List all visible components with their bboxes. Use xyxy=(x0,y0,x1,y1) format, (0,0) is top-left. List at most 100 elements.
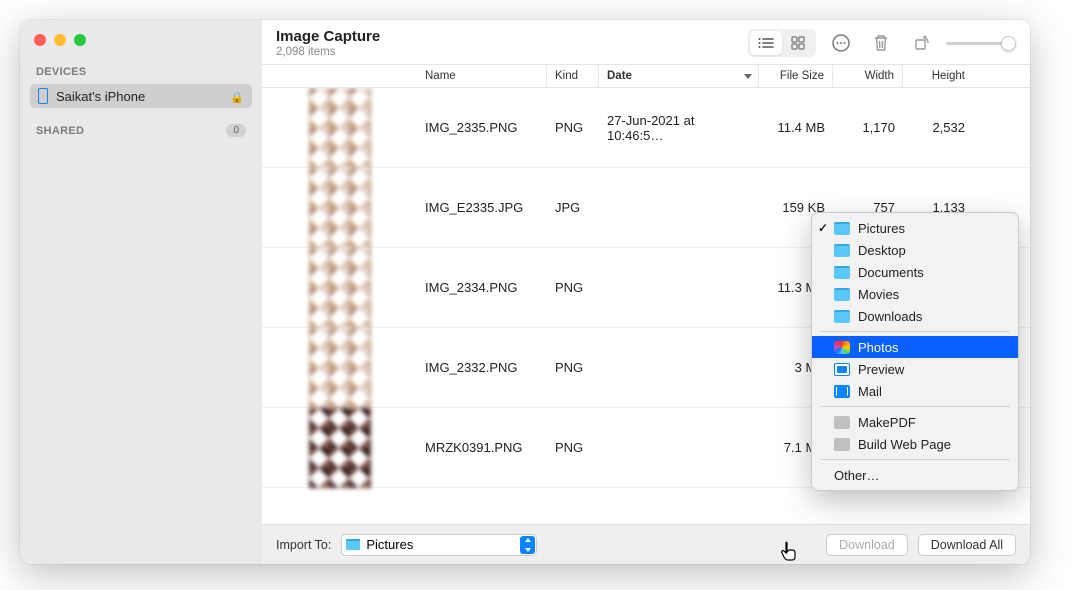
name-cell: IMG_2332.PNG xyxy=(417,360,547,375)
column-thumbnail[interactable] xyxy=(262,65,417,87)
import-to-value: Pictures xyxy=(366,537,413,552)
column-size[interactable]: File Size xyxy=(759,65,833,87)
thumbnail-image xyxy=(309,408,371,488)
menu-item-mail[interactable]: Mail xyxy=(812,380,1018,402)
list-icon xyxy=(758,37,774,49)
thumbnail-cell xyxy=(262,248,417,328)
menu-item-downloads[interactable]: Downloads xyxy=(812,305,1018,327)
rotate-icon xyxy=(912,34,930,52)
phone-icon xyxy=(38,88,48,104)
menu-item-preview[interactable]: Preview xyxy=(812,358,1018,380)
menu-item-movies[interactable]: Movies xyxy=(812,283,1018,305)
menu-item-other[interactable]: Other… xyxy=(812,464,1018,486)
minimize-window-button[interactable] xyxy=(54,34,66,46)
delete-button[interactable] xyxy=(866,30,896,56)
menu-item-label: Pictures xyxy=(858,221,905,236)
import-destination-menu: Pictures Desktop Documents Movies Downloads P… xyxy=(811,212,1019,491)
folder-icon xyxy=(834,244,850,257)
folder-icon xyxy=(834,310,850,323)
folder-icon xyxy=(834,288,850,301)
menu-item-label: Other… xyxy=(834,468,880,483)
rotate-button[interactable] xyxy=(906,30,936,56)
kind-cell: PNG xyxy=(547,280,599,295)
list-view-button[interactable] xyxy=(750,31,782,55)
menu-item-label: Documents xyxy=(858,265,924,280)
import-to-select[interactable]: Pictures xyxy=(341,534,537,556)
kind-cell: JPG xyxy=(547,200,599,215)
ellipsis-circle-icon xyxy=(831,33,851,53)
main-pane: Image Capture 2,098 items xyxy=(262,20,1030,564)
name-cell: IMG_E2335.JPG xyxy=(417,200,547,215)
folder-icon xyxy=(346,539,360,550)
menu-item-desktop[interactable]: Desktop xyxy=(812,239,1018,261)
menu-item-label: Build Web Page xyxy=(858,437,951,452)
kind-cell: PNG xyxy=(547,360,599,375)
menu-item-makepdf[interactable]: MakePDF xyxy=(812,411,1018,433)
image-capture-window: DEVICES Saikat's iPhone SHARED 0 Image C… xyxy=(20,20,1030,564)
menu-item-label: MakePDF xyxy=(858,415,916,430)
import-to-label: Import To: xyxy=(276,538,331,552)
bottom-toolbar: Import To: Pictures Download Download Al… xyxy=(262,524,1030,564)
name-cell: IMG_2334.PNG xyxy=(417,280,547,295)
zoom-window-button[interactable] xyxy=(74,34,86,46)
window-controls xyxy=(20,30,262,60)
close-window-button[interactable] xyxy=(34,34,46,46)
column-name[interactable]: Name xyxy=(417,65,547,87)
menu-item-label: Movies xyxy=(858,287,899,302)
devices-heading: DEVICES xyxy=(20,60,262,82)
item-count: 2,098 items xyxy=(276,46,738,58)
menu-item-pictures[interactable]: Pictures xyxy=(812,217,1018,239)
shared-heading: SHARED xyxy=(36,125,84,137)
menu-item-build-web-page[interactable]: Build Web Page xyxy=(812,433,1018,455)
select-stepper-icon xyxy=(520,536,535,554)
photos-icon xyxy=(834,341,850,354)
grey-icon xyxy=(834,416,850,429)
menu-item-label: Photos xyxy=(858,340,898,355)
device-name: Saikat's iPhone xyxy=(56,89,222,104)
more-options-button[interactable] xyxy=(826,30,856,56)
column-date[interactable]: Date xyxy=(599,65,759,87)
shared-count-badge: 0 xyxy=(226,124,246,137)
thumbnail-image xyxy=(309,248,371,328)
view-toggle xyxy=(748,29,816,57)
column-header-row: Name Kind Date File Size Width Height xyxy=(262,64,1030,88)
sidebar: DEVICES Saikat's iPhone SHARED 0 xyxy=(20,20,262,564)
menu-item-label: Downloads xyxy=(858,309,922,324)
zoom-handle[interactable] xyxy=(1001,36,1016,51)
menu-item-label: Mail xyxy=(858,384,882,399)
grid-view-button[interactable] xyxy=(782,31,814,55)
menu-item-label: Preview xyxy=(858,362,904,377)
kind-cell: PNG xyxy=(547,440,599,455)
menu-item-photos[interactable]: Photos xyxy=(812,336,1018,358)
thumbnail-cell xyxy=(262,328,417,408)
thumbnail-image xyxy=(309,168,371,248)
trash-icon xyxy=(873,34,889,52)
name-cell: IMG_2335.PNG xyxy=(417,120,547,135)
width-cell: 1,170 xyxy=(833,120,903,135)
height-cell: 2,532 xyxy=(903,120,973,135)
folder-icon xyxy=(834,266,850,279)
device-item[interactable]: Saikat's iPhone xyxy=(30,84,252,108)
menu-item-label: Desktop xyxy=(858,243,906,258)
thumbnail-image xyxy=(309,88,371,168)
page-title: Image Capture xyxy=(276,28,738,45)
thumbnail-cell xyxy=(262,88,417,168)
table-row[interactable]: IMG_2335.PNG PNG 27-Jun-2021 at 10:46:5…… xyxy=(262,88,1030,168)
thumbnail-cell xyxy=(262,408,417,488)
column-kind[interactable]: Kind xyxy=(547,65,599,87)
preview-icon xyxy=(834,363,850,376)
column-width[interactable]: Width xyxy=(833,65,903,87)
column-height[interactable]: Height xyxy=(903,65,973,87)
kind-cell: PNG xyxy=(547,120,599,135)
mail-icon xyxy=(834,385,850,398)
menu-item-documents[interactable]: Documents xyxy=(812,261,1018,283)
grey-icon xyxy=(834,438,850,451)
download-all-button[interactable]: Download All xyxy=(918,534,1016,556)
size-cell: 11.4 MB xyxy=(759,120,833,135)
thumbnail-cell xyxy=(262,168,417,248)
thumbnail-zoom-slider[interactable] xyxy=(946,42,1016,45)
download-button[interactable]: Download xyxy=(826,534,908,556)
folder-icon xyxy=(834,222,850,235)
grid-icon xyxy=(791,36,805,50)
date-cell: 27-Jun-2021 at 10:46:5… xyxy=(599,113,759,143)
